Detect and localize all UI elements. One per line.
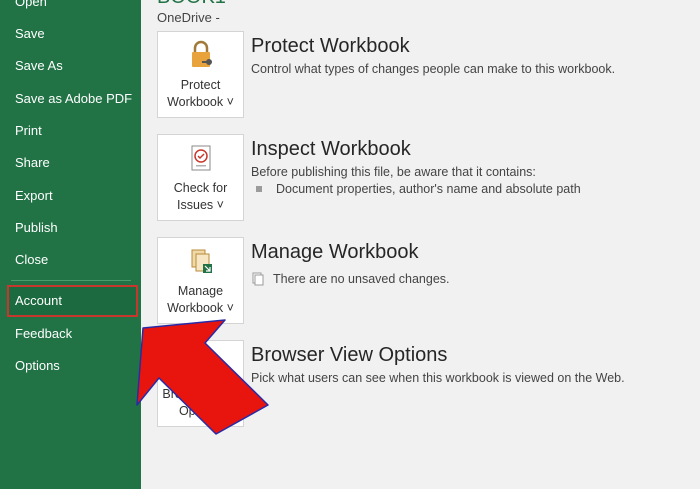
sidebar-item-save[interactable]: Save [0,18,141,50]
protect-workbook-title: Protect Workbook [251,35,410,57]
manage-workbook-button[interactable]: Manage Workbook ˅ [157,237,244,324]
info-pane: BOOK1 OneDrive - Protect Workbook ˅ Prot… [141,0,700,489]
check-for-issues-button[interactable]: Check for Issues ˅ [157,134,244,221]
sidebar-item-share[interactable]: Share [0,147,141,179]
manage-workbook-status-text: There are no unsaved changes. [273,272,450,286]
browser-view-options-description: Pick what users can see when this workbo… [251,371,625,385]
protect-workbook-label-line2: Workbook ˅ [167,95,234,109]
browser-view-options-button[interactable]: Browser View Options [157,340,244,427]
sidebar-item-publish[interactable]: Publish [0,212,141,244]
sidebar-item-feedback[interactable]: Feedback [0,318,141,350]
manage-versions-icon [191,249,212,273]
browser-view-options-label-line2: Options [178,404,223,418]
manage-workbook-label-line1: Manage [177,284,224,298]
sidebar-item-close[interactable]: Close [0,244,141,276]
document-location: OneDrive - [157,10,220,25]
protect-workbook-description: Control what types of changes people can… [251,62,616,76]
inspect-document-icon [191,145,211,171]
bullet-icon [256,185,262,192]
check-for-issues-label-line2: Issues ˅ [177,198,224,212]
manage-workbook-title: Manage Workbook [251,241,419,263]
sidebar-item-print[interactable]: Print [0,115,141,147]
inspect-workbook-bullet-text: Document properties, author's name and a… [276,182,581,196]
document-icon [252,272,264,286]
inspect-workbook-bullet: Document properties, author's name and a… [256,181,581,197]
inspect-workbook-title: Inspect Workbook [251,138,411,160]
document-title: BOOK1 [157,0,226,8]
sidebar-item-open[interactable]: Open [0,0,141,18]
backstage-sidebar: Open Save Save As Save as Adobe PDF Prin… [0,0,141,489]
manage-workbook-status: There are no unsaved changes. [251,271,450,287]
inspect-workbook-description: Before publishing this file, be aware th… [251,165,536,179]
check-for-issues-label-line1: Check for [173,181,228,195]
sidebar-item-account[interactable]: Account [7,285,138,317]
protect-workbook-button[interactable]: Protect Workbook ˅ [157,31,244,118]
sidebar-item-options[interactable]: Options [0,350,141,382]
sidebar-item-export[interactable]: Export [0,180,141,212]
protect-workbook-label-line1: Protect [180,78,221,92]
lock-key-icon [192,40,212,67]
browser-view-icon [190,351,212,377]
browser-view-options-title: Browser View Options [251,344,448,366]
sidebar-item-save-as[interactable]: Save As [0,50,141,82]
sidebar-divider [11,280,131,281]
sidebar-item-save-as-adobe-pdf[interactable]: Save as Adobe PDF [0,83,141,115]
browser-view-options-label-line1: Browser View [162,387,239,401]
manage-workbook-label-line2: Workbook ˅ [167,301,234,315]
